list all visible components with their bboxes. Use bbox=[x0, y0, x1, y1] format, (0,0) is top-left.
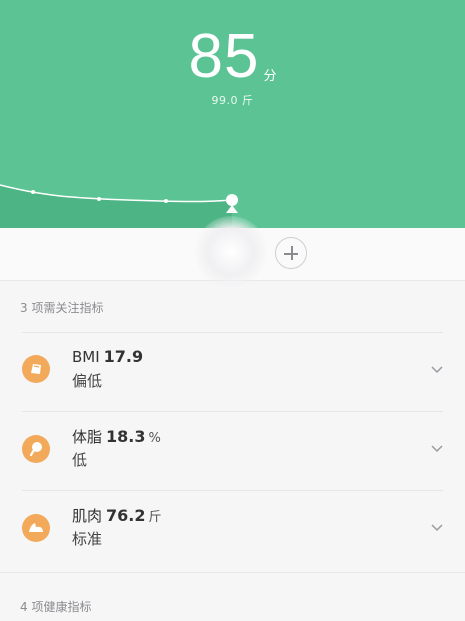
add-record-button[interactable] bbox=[275, 237, 307, 269]
metric-row-bmi[interactable]: BMI 17.9 偏低 bbox=[0, 332, 465, 411]
trend-point-current bbox=[226, 194, 238, 206]
score-display: 85 分 bbox=[0, 22, 465, 92]
body-fat-icon bbox=[22, 435, 50, 463]
health-score: 85 bbox=[188, 22, 260, 91]
metric-status: 偏低 bbox=[72, 372, 103, 390]
health-section-title: 4 项健康指标 bbox=[20, 600, 92, 614]
chevron-down-icon[interactable] bbox=[430, 441, 444, 455]
metric-label: 肌肉 bbox=[72, 507, 103, 525]
metric-unit: % bbox=[148, 431, 161, 446]
metric-value: 76.2 bbox=[106, 506, 146, 525]
metric-status: 标准 bbox=[72, 530, 103, 548]
trend-point bbox=[164, 199, 168, 203]
metric-status: 低 bbox=[72, 451, 88, 469]
score-header: 85 分 99.0 斤 bbox=[0, 0, 465, 228]
trend-point bbox=[97, 197, 101, 201]
bmi-icon bbox=[22, 355, 50, 383]
trend-point bbox=[31, 190, 35, 194]
chevron-down-icon[interactable] bbox=[430, 520, 444, 534]
blurred-avatar bbox=[195, 216, 267, 288]
attention-metrics-list: BMI 17.9 偏低 体脂 18.3% 低 肌肉 76.2 斤 标准 bbox=[0, 332, 465, 570]
metric-row-body-fat[interactable]: 体脂 18.3% 低 bbox=[0, 411, 465, 490]
metric-unit: 斤 bbox=[148, 510, 162, 525]
metric-row-muscle[interactable]: 肌肉 76.2 斤 标准 bbox=[0, 490, 465, 569]
score-unit: 分 bbox=[263, 69, 277, 84]
metric-value: 18.3 bbox=[106, 427, 146, 446]
metric-label: 体脂 bbox=[72, 428, 103, 446]
attention-section-title: 3 项需关注指标 bbox=[20, 301, 104, 315]
muscle-icon bbox=[22, 514, 50, 542]
metric-label: BMI bbox=[72, 348, 100, 366]
weight-value: 99.0 斤 bbox=[211, 94, 254, 107]
metric-value: 17.9 bbox=[103, 347, 144, 366]
chevron-down-icon[interactable] bbox=[430, 362, 444, 376]
